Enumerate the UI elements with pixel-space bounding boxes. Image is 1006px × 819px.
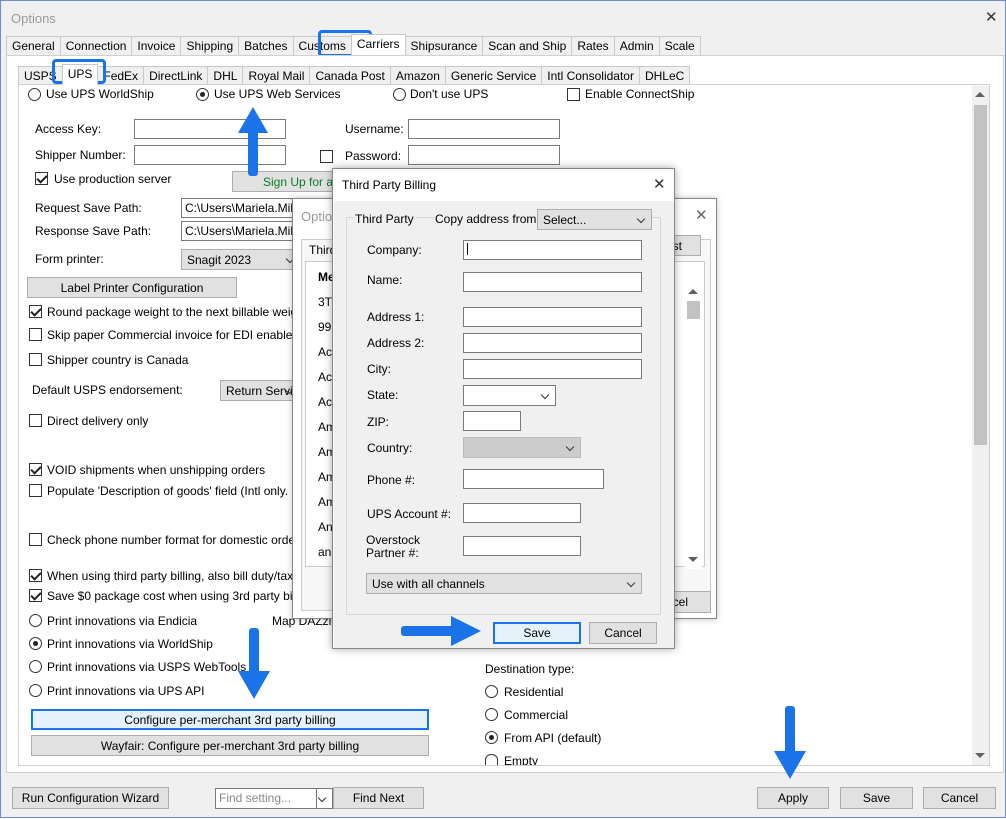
arrow-down-apply-icon xyxy=(774,706,806,779)
arrow-right-save-icon xyxy=(401,616,481,646)
tab-carriers[interactable]: Carriers xyxy=(350,34,406,55)
options-window: Options ✕ General Connection Invoice Shippi… xyxy=(0,0,1006,818)
arrow-down-configure-icon xyxy=(238,628,270,699)
annotation-arrows xyxy=(238,107,806,779)
arrow-up-ups-web-icon xyxy=(238,107,268,176)
carrier-tab-ups[interactable]: UPS xyxy=(61,64,99,85)
